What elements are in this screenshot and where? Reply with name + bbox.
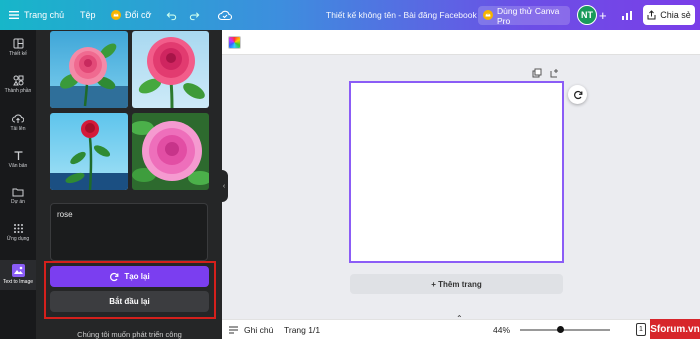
top-bar: Trang chủ Tệp Đổi cỡ Thiết kế không tên …: [0, 0, 700, 30]
try-pro-label: Dùng thử Canva Pro: [497, 5, 560, 26]
document-title-text: Thiết kế không tên - Bài đăng Facebook: [326, 10, 477, 20]
page-count-badge[interactable]: 1: [636, 323, 646, 336]
refresh-icon: [110, 272, 119, 281]
add-page-button[interactable]: + Thêm trang: [350, 274, 563, 294]
panel-footer-text: Chúng tôi muốn phát triển công: [50, 330, 209, 339]
editor-toolbar: [222, 30, 700, 55]
color-picker-icon[interactable]: [228, 36, 241, 49]
rail-item-uploads[interactable]: Tải lên: [0, 113, 36, 139]
generated-image-1[interactable]: [50, 31, 128, 108]
zoom-label: 44%: [493, 325, 511, 335]
rail-item-text[interactable]: Văn bản: [0, 150, 36, 176]
prompt-textarea[interactable]: rose: [50, 203, 208, 261]
panel-footer-label: Chúng tôi muốn phát triển công: [77, 330, 182, 339]
rail-label: Dự án: [11, 199, 25, 205]
regenerate-label: Tạo lại: [124, 272, 150, 281]
rail-label: Thiết kế: [9, 51, 27, 57]
resize-label: Đổi cỡ: [125, 10, 152, 20]
resize-button[interactable]: Đổi cỡ: [111, 0, 151, 30]
layout-icon: [13, 38, 23, 49]
page-indicator[interactable]: Trang 1/1: [284, 325, 320, 335]
rail-label: Text to Image: [2, 279, 33, 285]
share-button[interactable]: Chia sẻ: [643, 5, 695, 25]
rail-item-design[interactable]: Thiết kế: [0, 38, 36, 64]
rail-item-apps[interactable]: Ứng dụng: [0, 223, 36, 249]
try-pro-button[interactable]: Dùng thử Canva Pro: [478, 5, 570, 26]
document-title[interactable]: Thiết kế không tên - Bài đăng Facebook: [326, 0, 477, 30]
plus-icon: +: [599, 7, 607, 23]
rail-label: Ứng dụng: [6, 236, 30, 242]
rose-image: [132, 121, 209, 185]
undo-icon: [166, 11, 177, 20]
rail-label: Văn bản: [8, 163, 28, 169]
generated-image-2[interactable]: [132, 31, 209, 108]
rose-image: [50, 120, 128, 190]
crown-icon: [111, 10, 121, 20]
upload-icon: [12, 114, 24, 123]
rail-label: Thành phần: [4, 88, 32, 94]
notes-icon[interactable]: [228, 325, 239, 337]
design-page[interactable]: [349, 81, 564, 263]
magic-refresh-button[interactable]: [568, 85, 587, 104]
page-count: 1: [639, 326, 643, 333]
watermark-text: Sforum.vn: [650, 323, 700, 335]
redo-icon: [189, 11, 200, 20]
prompt-text: rose: [57, 210, 73, 219]
notes-button[interactable]: Ghi chú: [244, 325, 273, 335]
rose-image: [138, 37, 205, 108]
menu-icon[interactable]: [8, 0, 20, 30]
crown-icon: [483, 9, 493, 22]
file-label: Tệp: [80, 10, 96, 20]
zoom-slider[interactable]: [520, 329, 610, 331]
bar-chart-icon: [622, 10, 632, 20]
home-link[interactable]: Trang chủ: [24, 0, 64, 30]
apps-icon: [13, 224, 23, 233]
avatar-initials: NT: [581, 10, 593, 20]
redo-button[interactable]: [189, 0, 200, 30]
rail-item-projects[interactable]: Dự án: [0, 187, 36, 213]
undo-button[interactable]: [166, 0, 177, 30]
share-label: Chia sẻ: [660, 10, 691, 20]
rail-label: Tải lên: [10, 126, 26, 132]
zoom-level[interactable]: 44%: [493, 325, 510, 335]
cloud-save-icon[interactable]: [218, 0, 232, 30]
left-rail: Thiết kế Thành phần Tải lên Văn bản Dự á…: [0, 30, 36, 339]
text-to-image-icon: [11, 264, 25, 277]
generated-image-4[interactable]: [132, 113, 209, 190]
generated-image-3[interactable]: [50, 113, 128, 190]
file-menu[interactable]: Tệp: [80, 0, 96, 30]
bottom-bar: Ghi chú Trang 1/1 ⌃ 44% 1: [222, 314, 700, 339]
avatar[interactable]: NT: [577, 5, 597, 25]
duplicate-page-icon[interactable]: [532, 68, 542, 80]
folder-icon: [12, 188, 24, 197]
rail-item-elements[interactable]: Thành phần: [0, 75, 36, 101]
chevron-left-icon: ‹: [222, 182, 226, 190]
elements-icon: [12, 75, 23, 86]
notes-label: Ghi chú: [244, 325, 274, 335]
rail-item-text-to-image[interactable]: Text to Image: [0, 260, 36, 290]
add-page-icon[interactable]: [550, 68, 560, 80]
text-icon: [14, 151, 22, 160]
home-label: Trang chủ: [24, 10, 65, 20]
refresh-icon: [573, 90, 582, 99]
watermark-logo: Sforum.vn: [650, 319, 700, 339]
add-page-label: + Thêm trang: [431, 279, 482, 289]
add-collaborator-button[interactable]: +: [599, 0, 607, 30]
regenerate-button[interactable]: Tạo lại: [50, 266, 209, 287]
share-icon: [647, 10, 656, 20]
page-label: Trang 1/1: [284, 325, 321, 335]
zoom-slider-handle[interactable]: [557, 326, 564, 333]
restart-label: Bắt đầu lại: [109, 297, 150, 306]
collapse-panel-button[interactable]: ‹: [220, 170, 228, 202]
restart-button[interactable]: Bắt đầu lại: [50, 291, 209, 312]
analytics-button[interactable]: [621, 0, 633, 30]
rose-image: [50, 43, 128, 108]
chevron-up-icon[interactable]: ⌃: [456, 314, 463, 323]
